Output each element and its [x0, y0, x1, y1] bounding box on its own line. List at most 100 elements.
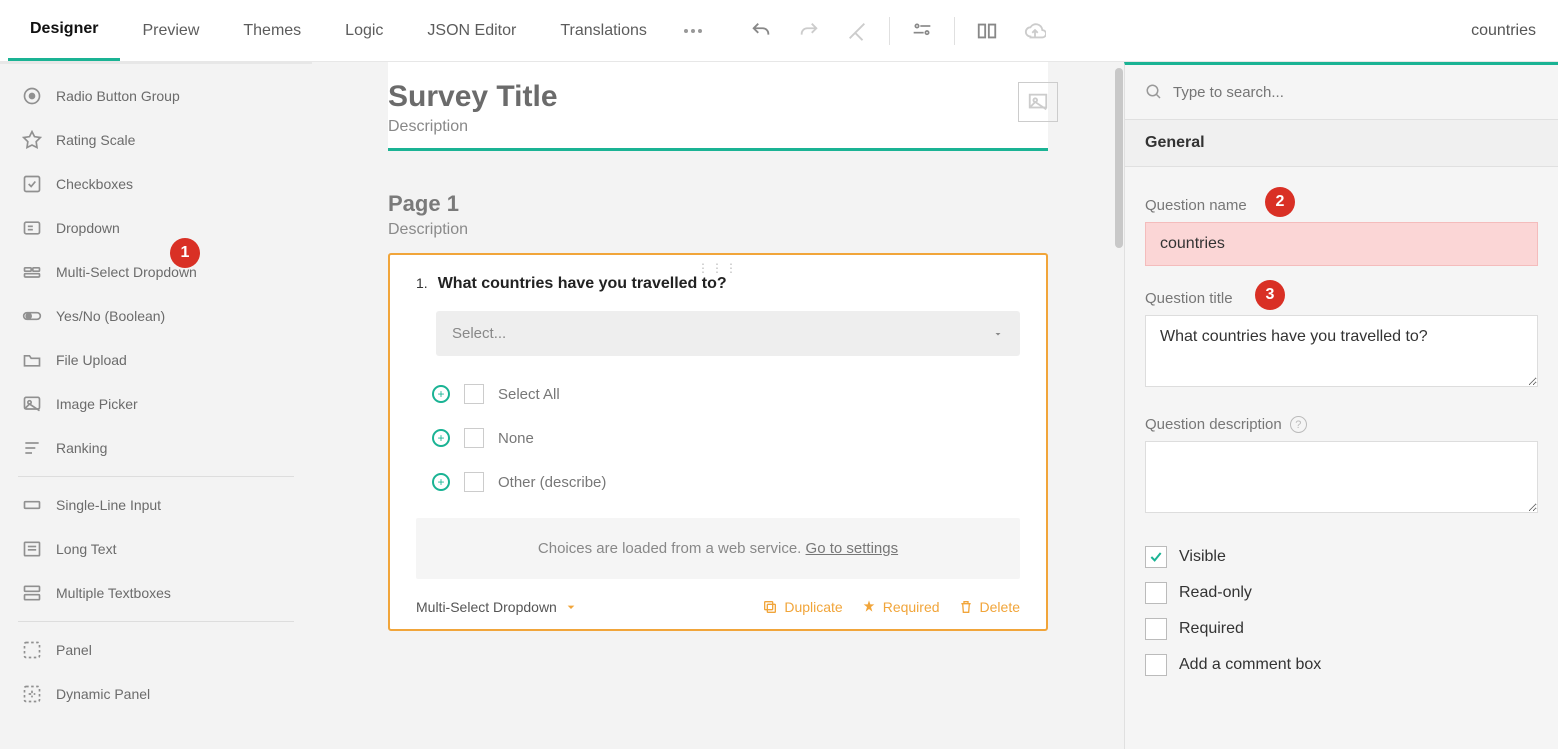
choice-selectall[interactable]: +Select All [416, 372, 1020, 416]
toolbox-item-singleline[interactable]: Single-Line Input [0, 483, 312, 527]
toolbox-item-checkboxes[interactable]: Checkboxes [0, 162, 312, 206]
choice-none[interactable]: + None [416, 416, 1020, 460]
question-name-label: Question name [1145, 197, 1247, 214]
page-title[interactable]: Page 1 [388, 191, 1048, 217]
tab-designer[interactable]: Designer [8, 0, 120, 61]
toolbox-label: Radio Button Group [56, 88, 180, 104]
choice-label: Other (describe) [498, 474, 606, 491]
survey-desc-placeholder[interactable]: Description [388, 118, 1048, 136]
tab-translations[interactable]: Translations [538, 0, 669, 61]
panel-section-general[interactable]: General [1125, 120, 1558, 167]
checkbox-label: Required [1179, 620, 1244, 638]
choice-other[interactable]: + Other (describe) [416, 460, 1020, 504]
top-toolbar: Designer Preview Themes Logic JSON Edito… [0, 0, 1558, 62]
question-footer: Multi-Select Dropdown Duplicate Required… [416, 589, 1020, 615]
question-type-dropdown[interactable]: Multi-Select Dropdown [416, 599, 579, 615]
toolbox-item-rating[interactable]: Rating Scale [0, 118, 312, 162]
checkbox-placeholder [464, 384, 484, 404]
question-card-selected[interactable]: ⋮⋮⋮ 1. What countries have you travelled… [388, 253, 1048, 631]
toolbox-item-dropdown[interactable]: Dropdown [0, 206, 312, 250]
settings-toggle-button[interactable] [898, 7, 946, 55]
toolbox-label: Long Text [56, 541, 116, 557]
search-input[interactable] [1173, 84, 1538, 101]
required-button[interactable]: Required [861, 599, 940, 615]
question-number: 1. [416, 275, 428, 293]
annotation-3: 3 [1255, 280, 1285, 310]
canvas-scrollbar[interactable] [1114, 62, 1124, 749]
question-title-input[interactable] [1145, 315, 1538, 387]
property-panel: General Question name 2 Question title 3… [1124, 62, 1558, 749]
add-icon[interactable]: + [432, 429, 450, 447]
toolbox-item-multipletext[interactable]: Multiple Textboxes [0, 571, 312, 615]
add-icon[interactable]: + [432, 385, 450, 403]
undo-button[interactable] [737, 7, 785, 55]
delete-button[interactable]: Delete [958, 599, 1020, 615]
duplicate-button[interactable]: Duplicate [762, 599, 842, 615]
main-tabs: Designer Preview Themes Logic JSON Edito… [8, 0, 717, 61]
toolbox-label: Ranking [56, 440, 107, 456]
question-name-input[interactable] [1145, 222, 1538, 266]
survey-logo-placeholder[interactable] [1018, 82, 1058, 122]
toolbox-item-dynamicpanel[interactable]: Dynamic Panel [0, 672, 312, 716]
tab-logic[interactable]: Logic [323, 0, 405, 61]
checkbox-icon[interactable] [1145, 582, 1167, 604]
survey-name-label: countries [1471, 22, 1550, 40]
toolbox-label: Dynamic Panel [56, 686, 150, 702]
select-dropdown[interactable]: Select... [436, 311, 1020, 356]
visible-checkbox-row[interactable]: Visible [1145, 546, 1538, 568]
question-desc-label: Question description [1145, 416, 1282, 433]
search-icon [1145, 83, 1163, 101]
toolbox-item-boolean[interactable]: Yes/No (Boolean) [0, 294, 312, 338]
go-to-settings-link[interactable]: Go to settings [806, 540, 899, 557]
tab-json-editor[interactable]: JSON Editor [405, 0, 538, 61]
toolbox-label: Panel [56, 642, 92, 658]
add-icon[interactable]: + [432, 473, 450, 491]
chevron-down-icon [563, 599, 579, 615]
toolbox-item-file[interactable]: File Upload [0, 338, 312, 382]
survey-title-placeholder[interactable]: Survey Title [388, 80, 1048, 114]
toolbox-label: Image Picker [56, 396, 138, 412]
preview-book-button[interactable] [963, 7, 1011, 55]
toolbox-item-imagepicker[interactable]: Image Picker [0, 382, 312, 426]
checkbox-label: Read-only [1179, 584, 1252, 602]
question-title-text[interactable]: What countries have you travelled to? [438, 275, 727, 293]
checkbox-label: Add a comment box [1179, 656, 1321, 674]
info-icon[interactable]: ? [1290, 416, 1307, 433]
checkbox-icon[interactable] [1145, 618, 1167, 640]
toolbox-item-longtext[interactable]: Long Text [0, 527, 312, 571]
question-desc-input[interactable] [1145, 441, 1538, 513]
toolbox-label: Yes/No (Boolean) [56, 308, 165, 324]
clear-button[interactable] [833, 7, 881, 55]
annotation-2: 2 [1265, 187, 1295, 217]
cloud-upload-button[interactable] [1011, 7, 1059, 55]
toolbox-item-radio[interactable]: Radio Button Group [0, 74, 312, 118]
more-tabs-button[interactable] [669, 7, 717, 55]
tab-themes[interactable]: Themes [221, 0, 323, 61]
checkbox-icon[interactable] [1145, 546, 1167, 568]
toolbox-label: Rating Scale [56, 132, 135, 148]
select-placeholder: Select... [452, 325, 506, 342]
page-block[interactable]: Page 1 Description ⋮⋮⋮ 1. What countries… [388, 191, 1048, 631]
redo-button[interactable] [785, 7, 833, 55]
tab-preview[interactable]: Preview [120, 0, 221, 61]
question-type-label: Multi-Select Dropdown [416, 599, 557, 615]
checkbox-placeholder [464, 472, 484, 492]
question-title-label: Question title [1145, 290, 1233, 307]
design-canvas: Survey Title Description Page 1 Descript… [312, 62, 1124, 749]
toolbox-item-multiselect[interactable]: Multi-Select Dropdown 1 [0, 250, 312, 294]
choice-label: None [498, 430, 534, 447]
survey-header[interactable]: Survey Title Description [388, 62, 1048, 151]
toolbox-item-panel[interactable]: Panel [0, 628, 312, 672]
page-desc[interactable]: Description [388, 221, 1048, 239]
checkbox-icon[interactable] [1145, 654, 1167, 676]
notice-text: Choices are loaded from a web service. [538, 540, 806, 557]
required-checkbox-row[interactable]: Required [1145, 618, 1538, 640]
readonly-checkbox-row[interactable]: Read-only [1145, 582, 1538, 604]
toolbox-label: Single-Line Input [56, 497, 161, 513]
toolbox-label: Checkboxes [56, 176, 133, 192]
property-search[interactable] [1125, 65, 1558, 120]
drag-handle-icon[interactable]: ⋮⋮⋮ [697, 261, 739, 275]
toolbox-label: Dropdown [56, 220, 120, 236]
toolbox-item-ranking[interactable]: Ranking [0, 426, 312, 470]
commentbox-checkbox-row[interactable]: Add a comment box [1145, 654, 1538, 676]
